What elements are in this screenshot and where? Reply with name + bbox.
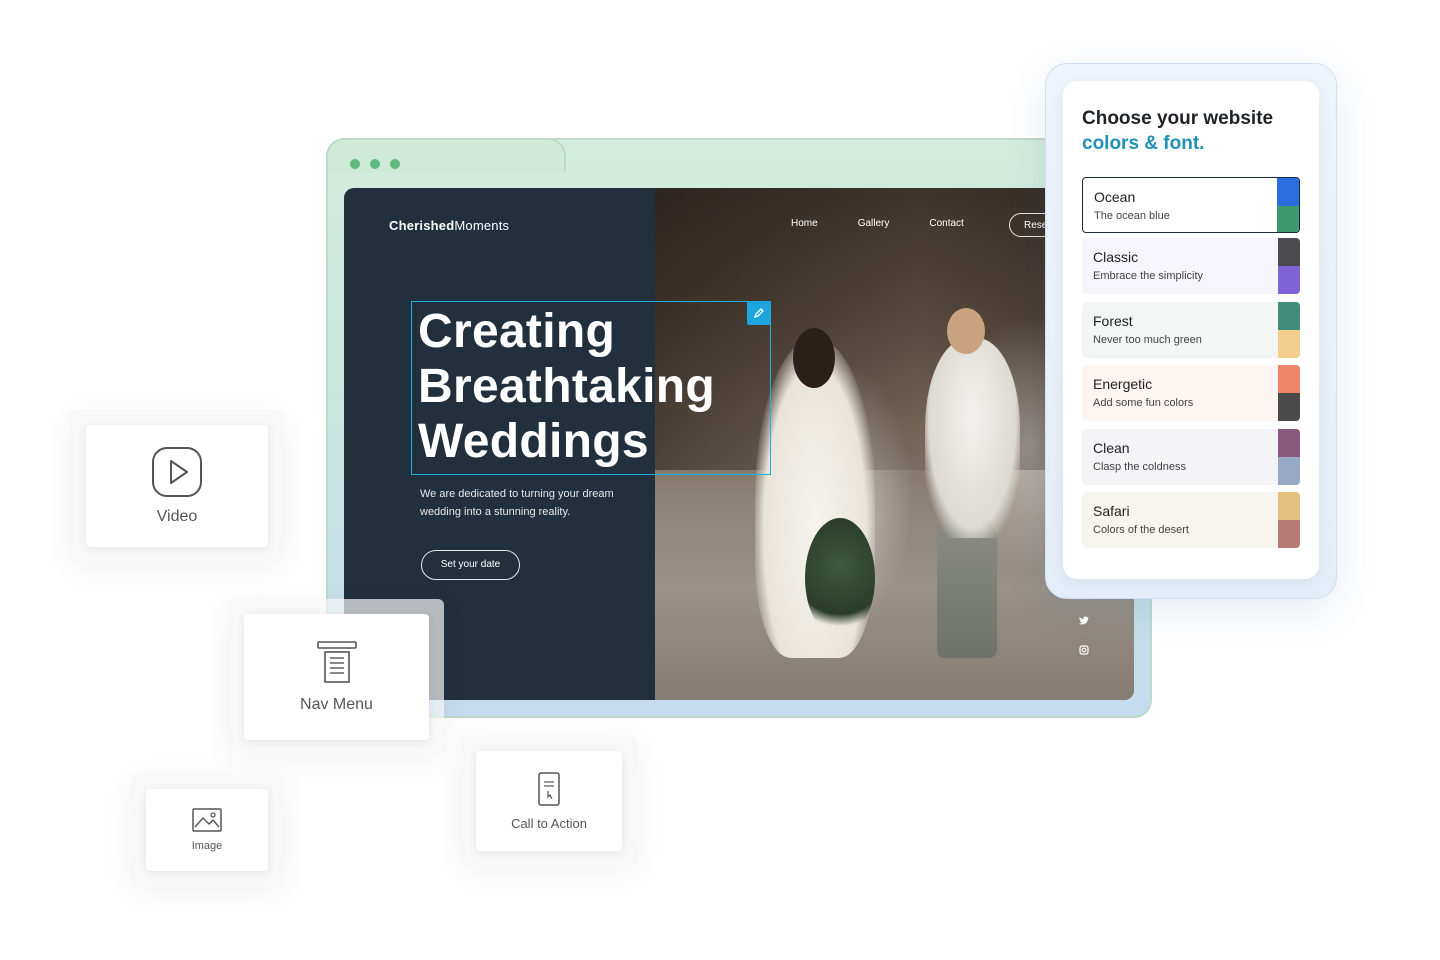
groom-figure bbox=[925, 338, 1020, 538]
palette-option-classic[interactable]: Classic Embrace the simplicity bbox=[1082, 238, 1300, 294]
widget-label: Video bbox=[156, 508, 198, 525]
headline-line: Breathtaking bbox=[418, 360, 715, 413]
palette-name: Forest bbox=[1093, 313, 1133, 329]
palette-option-safari[interactable]: Safari Colors of the desert bbox=[1082, 492, 1300, 548]
hero-headline[interactable]: Creating Breathtaking Weddings bbox=[418, 304, 715, 469]
palette-description: Clasp the coldness bbox=[1093, 461, 1186, 473]
hero-tagline: We are dedicated to turning your dream w… bbox=[420, 488, 614, 518]
logo-light-text: Moments bbox=[454, 218, 510, 233]
color-swatch bbox=[1277, 206, 1299, 232]
color-swatch bbox=[1278, 393, 1300, 421]
color-font-panel: Choose your website colors & font. Ocean… bbox=[1063, 81, 1319, 579]
headline-line: Weddings bbox=[418, 415, 649, 468]
palette-option-clean[interactable]: Clean Clasp the coldness bbox=[1082, 429, 1300, 485]
nav-link-contact[interactable]: Contact bbox=[929, 218, 963, 229]
call-to-action-widget[interactable]: Call to Action bbox=[476, 751, 622, 851]
palette-name: Classic bbox=[1093, 249, 1139, 265]
window-controls bbox=[350, 159, 400, 169]
palette-name: Safari bbox=[1093, 503, 1130, 519]
palette-name: Energetic bbox=[1093, 376, 1153, 392]
widget-label: Image bbox=[191, 840, 223, 852]
color-swatch bbox=[1278, 365, 1300, 393]
set-date-button[interactable]: Set your date bbox=[421, 550, 520, 580]
nav-menu-widget[interactable]: Nav Menu bbox=[244, 614, 429, 740]
window-dot-icon[interactable] bbox=[370, 159, 380, 169]
palette-option-forest[interactable]: Forest Never too much green bbox=[1082, 302, 1300, 358]
play-icon bbox=[152, 447, 202, 497]
pencil-icon bbox=[753, 308, 764, 319]
palette-description: Never too much green bbox=[1093, 334, 1202, 346]
palette-description: Add some fun colors bbox=[1093, 397, 1194, 409]
site-logo[interactable]: CherishedMoments bbox=[389, 218, 509, 233]
twitter-icon[interactable] bbox=[1079, 616, 1089, 628]
window-dot-icon[interactable] bbox=[350, 159, 360, 169]
panel-title: Choose your website colors & font. bbox=[1082, 106, 1273, 156]
palette-option-ocean[interactable]: Ocean The ocean blue bbox=[1082, 177, 1300, 233]
color-swatch bbox=[1278, 457, 1300, 485]
color-swatch bbox=[1278, 238, 1300, 266]
groom-head bbox=[947, 308, 985, 354]
widget-label: Nav Menu bbox=[300, 696, 373, 713]
bride-hair bbox=[793, 328, 835, 388]
color-swatch bbox=[1278, 330, 1300, 358]
bouquet bbox=[805, 518, 875, 638]
widget-label: Call to Action bbox=[511, 815, 587, 831]
palette-description: The ocean blue bbox=[1094, 210, 1170, 222]
nav-link-gallery[interactable]: Gallery bbox=[858, 218, 890, 229]
palette-description: Colors of the desert bbox=[1093, 524, 1189, 536]
window-dot-icon[interactable] bbox=[390, 159, 400, 169]
color-swatch bbox=[1278, 520, 1300, 548]
panel-title-accent: colors & font. bbox=[1082, 133, 1205, 154]
color-swatch bbox=[1278, 302, 1300, 330]
palette-name: Ocean bbox=[1094, 189, 1136, 205]
palette-description: Embrace the simplicity bbox=[1093, 270, 1204, 282]
palette-option-energetic[interactable]: Energetic Add some fun colors bbox=[1082, 365, 1300, 421]
instagram-icon[interactable] bbox=[1079, 645, 1089, 658]
headline-line: Creating bbox=[418, 305, 616, 358]
logo-bold-text: Cherished bbox=[389, 218, 455, 233]
panel-title-line: Choose your website bbox=[1082, 108, 1274, 129]
color-swatch bbox=[1277, 178, 1299, 206]
groom-legs bbox=[937, 518, 997, 658]
video-widget[interactable]: Video bbox=[86, 425, 268, 547]
image-icon bbox=[192, 808, 222, 832]
color-swatch bbox=[1278, 266, 1300, 294]
color-swatch bbox=[1278, 429, 1300, 457]
call-to-action-icon bbox=[538, 771, 560, 806]
image-widget[interactable]: Image bbox=[146, 789, 268, 871]
website-preview: CherishedMoments Home Gallery Contact Re… bbox=[344, 188, 1134, 700]
color-swatch bbox=[1278, 492, 1300, 520]
palette-name: Clean bbox=[1093, 440, 1130, 456]
edit-button[interactable] bbox=[747, 301, 771, 325]
nav-link-home[interactable]: Home bbox=[791, 218, 818, 229]
nav-menu-icon bbox=[316, 641, 357, 683]
site-nav: Home Gallery Contact bbox=[791, 218, 964, 229]
